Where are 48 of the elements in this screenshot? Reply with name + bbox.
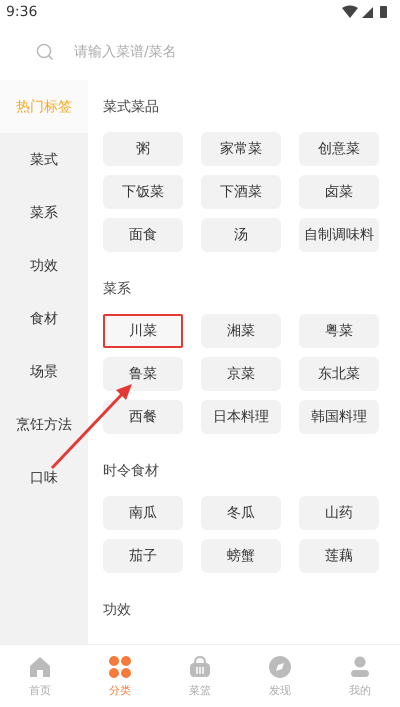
tag-button[interactable]: 茄子 — [103, 539, 183, 573]
compass-icon — [268, 654, 292, 678]
tag-button[interactable]: 南瓜 — [103, 496, 183, 530]
tag-button[interactable]: 京菜 — [201, 357, 281, 391]
tag-button[interactable]: 湘菜 — [201, 314, 281, 348]
tab-label: 分类 — [109, 682, 131, 698]
grid-icon — [108, 654, 132, 678]
sidebar-item[interactable]: 场景 — [0, 345, 88, 398]
tag-button[interactable]: 下饭菜 — [103, 175, 183, 209]
tab-label: 发现 — [269, 682, 291, 698]
tag-button[interactable]: 下酒菜 — [201, 175, 281, 209]
tag-button[interactable]: 莲藕 — [299, 539, 379, 573]
tab-label: 我的 — [349, 682, 371, 698]
sidebar-item[interactable]: 食材 — [0, 292, 88, 345]
section-title: 菜式菜品 — [103, 98, 160, 117]
person-icon — [348, 654, 372, 678]
status-time: 9:36 — [6, 4, 38, 20]
section-title: 功效 — [103, 601, 132, 620]
tag-button[interactable]: 东北菜 — [299, 357, 379, 391]
tag-button[interactable]: 汤 — [201, 218, 281, 252]
tag-button[interactable]: 卤菜 — [299, 175, 379, 209]
sidebar-item[interactable]: 菜式 — [0, 133, 88, 186]
tag-button[interactable]: 西餐 — [103, 400, 183, 434]
search-field[interactable]: 请输入菜谱/菜名 — [72, 43, 364, 61]
tag-button[interactable]: 鲁菜 — [103, 357, 183, 391]
tag-button[interactable]: 粥 — [103, 132, 183, 166]
tag-button[interactable]: 山药 — [299, 496, 379, 530]
tag-button[interactable]: 韩国料理 — [299, 400, 379, 434]
tag-button[interactable]: 家常菜 — [201, 132, 281, 166]
search-icon — [36, 43, 54, 61]
tag-button[interactable]: 创意菜 — [299, 132, 379, 166]
tag-button[interactable]: 螃蟹 — [201, 539, 281, 573]
tag-button[interactable]: 日本料理 — [201, 400, 281, 434]
section-title: 时令食材 — [103, 462, 160, 481]
home-icon — [28, 654, 52, 678]
tag-button[interactable]: 冬瓜 — [201, 496, 281, 530]
sidebar-item[interactable]: 口味 — [0, 451, 88, 504]
sidebar-item[interactable]: 烹饪方法 — [0, 398, 88, 451]
sidebar-item[interactable]: 菜系 — [0, 186, 88, 239]
tab-label: 菜篮 — [189, 682, 211, 698]
tag-button[interactable]: 自制调味料 — [299, 218, 379, 252]
tab-label: 首页 — [29, 682, 51, 698]
tag-button[interactable]: 粤菜 — [299, 314, 379, 348]
tag-button[interactable]: 面食 — [103, 218, 183, 252]
sidebar-item[interactable]: 功效 — [0, 239, 88, 292]
basket-icon — [188, 654, 212, 678]
tag-button[interactable]: 川菜 — [103, 314, 183, 348]
section-title: 菜系 — [103, 280, 132, 299]
